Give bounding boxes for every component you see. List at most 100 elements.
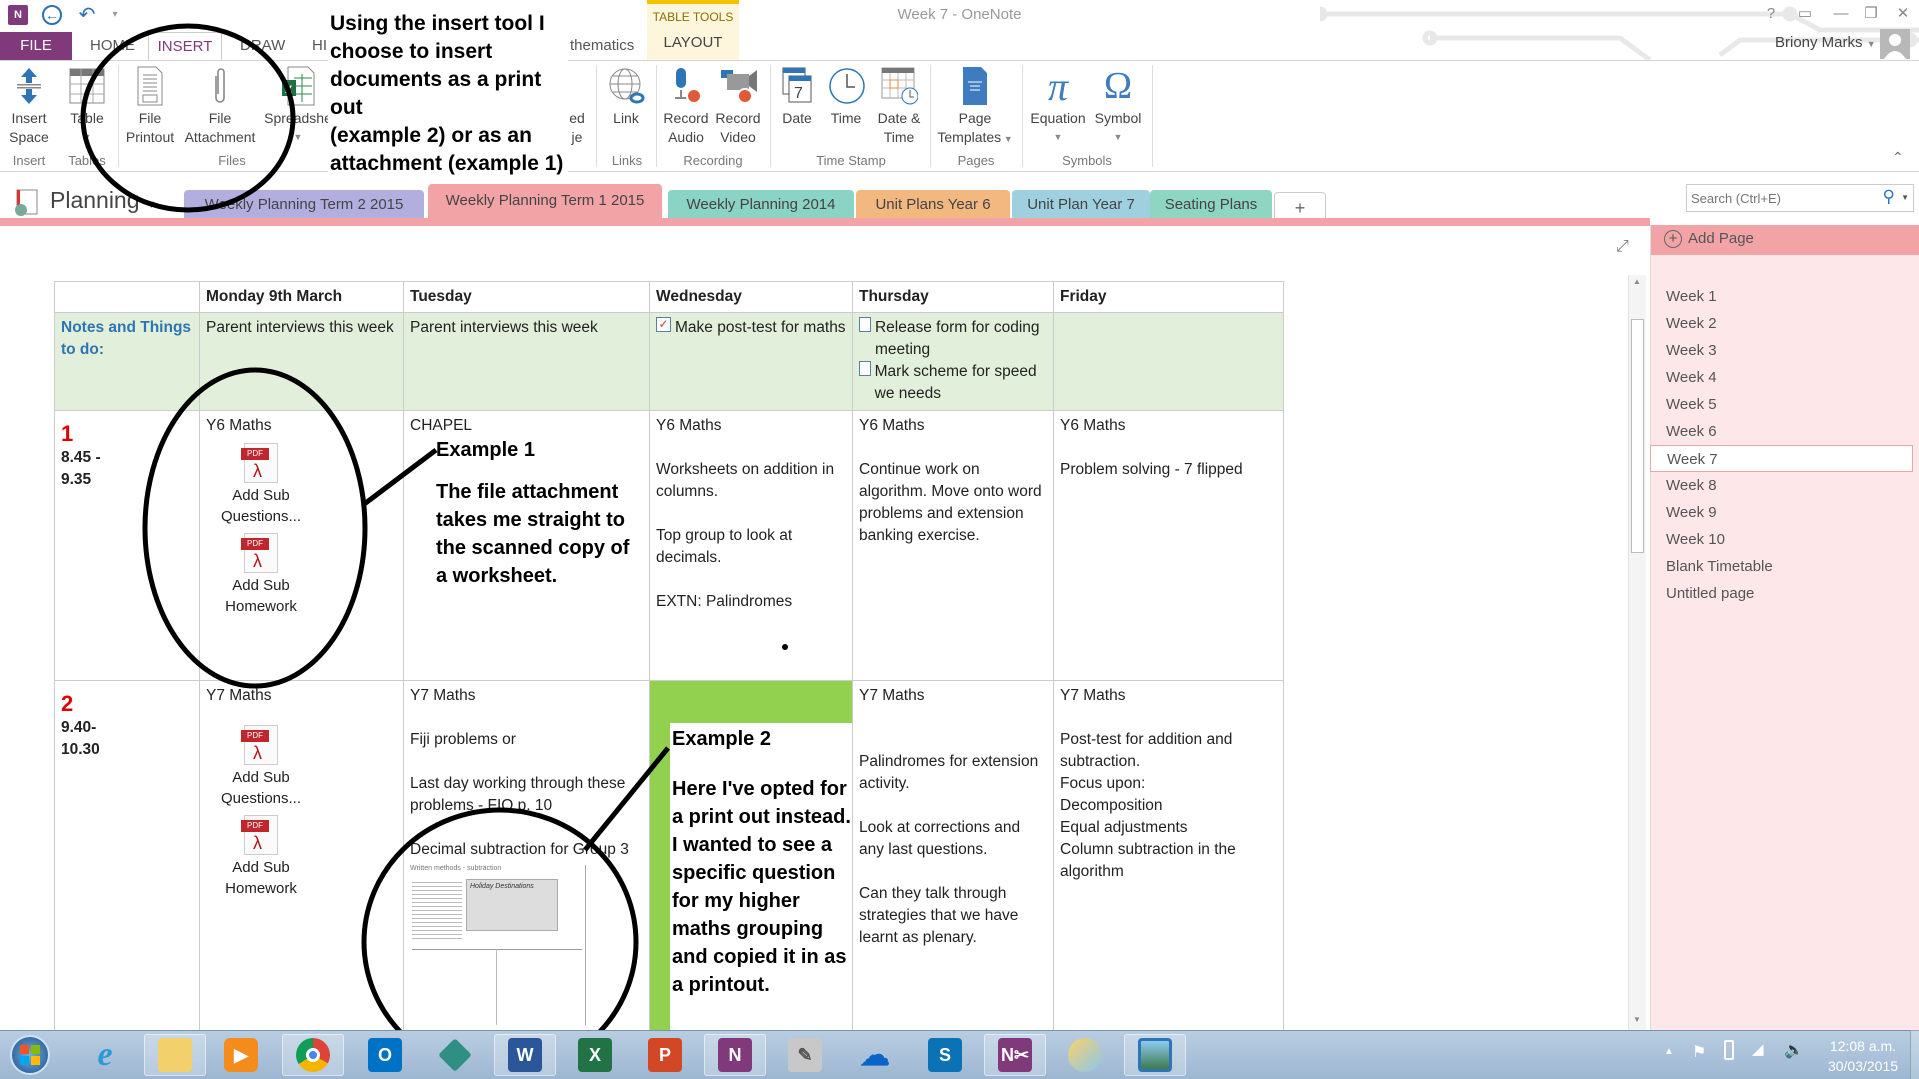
taskbar-sketchup[interactable] [424, 1034, 486, 1076]
page-item[interactable]: Week 5 [1666, 391, 1911, 418]
section-tab-unit-plan-year7[interactable]: Unit Plan Year 7 [1012, 190, 1150, 218]
restore-button[interactable]: ❐ [1856, 2, 1886, 26]
page-item[interactable]: Week 4 [1666, 364, 1911, 391]
taskbar-sharepoint[interactable]: S [914, 1034, 976, 1076]
battery-icon[interactable] [1724, 1040, 1734, 1060]
date-button[interactable]: 7 Date [774, 65, 820, 128]
avatar[interactable] [1880, 29, 1910, 59]
tab-insert[interactable]: INSERT [148, 32, 222, 60]
show-hidden-icons[interactable]: ▲ [1664, 1046, 1674, 1057]
period-2-monday[interactable]: Y7 Maths PDF λ Add Sub Questions... PDF λ Add… [199, 680, 404, 1041]
record-audio-button[interactable]: Record Audio [660, 65, 712, 147]
page-item[interactable]: Week 10 [1666, 526, 1911, 553]
scroll-up-icon[interactable]: ▲ [1633, 277, 1641, 286]
time-button[interactable]: Time [822, 65, 870, 128]
section-tab-unit-plans-year6[interactable]: Unit Plans Year 6 [856, 190, 1010, 218]
checkbox-unchecked[interactable] [859, 317, 871, 332]
notes-friday[interactable] [1053, 312, 1284, 411]
online-picture-button[interactable]: ed je [566, 65, 588, 147]
scroll-down-icon[interactable]: ▼ [1633, 1015, 1641, 1024]
period-1-thursday[interactable]: Y6 Maths Continue work on algorithm. Move… [852, 410, 1054, 681]
search-input[interactable] [1687, 185, 1867, 211]
symbol-button[interactable]: Ω Symbol ▼ [1090, 65, 1146, 147]
file-printout-image[interactable]: Written methods - subtraction Holiday De… [410, 865, 586, 1025]
help-button[interactable]: ? [1756, 2, 1786, 26]
section-tab-planning-2014[interactable]: Weekly Planning 2014 [668, 190, 854, 218]
notes-monday[interactable]: Parent interviews this week [199, 312, 404, 411]
action-center-flag-icon[interactable]: ⚑ [1692, 1042, 1706, 1062]
page-item[interactable]: Untitled page [1666, 580, 1911, 607]
system-clock[interactable]: 12:08 a.m. 30/03/2015 [1818, 1036, 1908, 1076]
period-2-tuesday[interactable]: Y7 Maths Fiji problems or Last day working… [403, 680, 650, 1041]
taskbar-word[interactable]: W [494, 1034, 556, 1076]
taskbar-tools[interactable]: ✎ [774, 1034, 836, 1076]
taskbar-paint[interactable] [1054, 1034, 1116, 1076]
spreadsheet-button[interactable]: X Spreadshe ▼ [264, 65, 332, 147]
taskbar-media-player[interactable]: ▶ [210, 1034, 272, 1076]
taskbar-internet-explorer[interactable]: e [74, 1034, 136, 1076]
table-button[interactable]: Table ▼ [62, 65, 112, 147]
page-item[interactable]: Blank Timetable [1666, 553, 1911, 580]
period-1-friday[interactable]: Y6 Maths Problem solving - 7 flipped [1053, 410, 1284, 681]
period-1-wednesday[interactable]: Y6 Maths Worksheets on addition in column… [649, 410, 853, 681]
add-section-button[interactable]: + [1274, 192, 1326, 218]
tab-draw[interactable]: DRAW [226, 32, 299, 60]
attachment-add-sub-questions[interactable]: PDF λ Add Sub Questions... [206, 443, 316, 527]
attachment-add-sub-questions[interactable]: PDF λ Add Sub Questions... [206, 725, 316, 809]
period-2-wednesday-example[interactable]: Example 2 Here I've opted for a print ou… [649, 680, 853, 1041]
equation-button[interactable]: π Equation ▼ [1026, 65, 1090, 147]
file-attachment-button[interactable]: File Attachment [180, 65, 260, 147]
taskbar-photo-viewer[interactable] [1124, 1034, 1186, 1076]
taskbar-onedrive[interactable]: ☁ [844, 1034, 906, 1076]
minimize-button[interactable]: — [1826, 2, 1856, 26]
scrollbar-thumb[interactable] [1631, 319, 1644, 553]
back-icon[interactable]: ← [42, 5, 62, 25]
vertical-scrollbar[interactable]: ▲ ▼ [1628, 275, 1646, 1030]
checkbox-unchecked[interactable] [859, 361, 871, 376]
taskbar-chrome[interactable] [282, 1034, 344, 1076]
undo-icon[interactable]: ↶ [76, 4, 98, 26]
tab-mathematics[interactable]: thematics [556, 32, 648, 60]
taskbar-onenote-clipping[interactable]: N✂ [984, 1034, 1046, 1076]
page-item[interactable]: Week 3 [1666, 337, 1911, 364]
period-2-friday[interactable]: Y7 Maths Post-test for addition and subtr… [1053, 680, 1284, 1041]
taskbar-outlook[interactable]: O [354, 1034, 416, 1076]
page-item[interactable]: Week 8 [1666, 472, 1911, 499]
search-icon[interactable]: ⚲ [1883, 187, 1895, 207]
search-scope-dropdown-icon[interactable]: ▼ [1901, 193, 1909, 202]
start-button[interactable] [0, 1034, 60, 1076]
taskbar-onenote[interactable]: N [704, 1034, 766, 1076]
date-time-button[interactable]: Date & Time [872, 65, 926, 147]
notes-tuesday[interactable]: Parent interviews this week [403, 312, 650, 411]
notes-thursday[interactable]: Release form for coding meeting Mark sch… [852, 312, 1054, 411]
record-video-button[interactable]: Record Video [712, 65, 764, 147]
taskbar-file-explorer[interactable] [144, 1034, 206, 1076]
taskbar-powerpoint[interactable]: P [634, 1034, 696, 1076]
section-tab-term2-2015[interactable]: Weekly Planning Term 2 2015 [184, 190, 424, 218]
period-2-thursday[interactable]: Y7 Maths Palindromes for extension activi… [852, 680, 1054, 1041]
link-button[interactable]: Link [602, 65, 650, 128]
volume-icon[interactable]: 🔈 [1784, 1040, 1804, 1060]
collapse-ribbon-icon[interactable]: ⌃ [1892, 149, 1904, 166]
network-icon[interactable]: ◢ [1752, 1040, 1764, 1058]
customize-quick-access-icon[interactable]: ▾ [104, 4, 126, 26]
full-screen-button[interactable]: ▭ [1790, 2, 1820, 26]
expand-page-icon[interactable]: ⤢ [1616, 238, 1629, 256]
page-item[interactable]: Week 2 [1666, 310, 1911, 337]
search-box[interactable]: ⚲ ▼ [1686, 184, 1914, 212]
page-item[interactable]: Week 1 [1666, 283, 1911, 310]
page-item-selected[interactable]: Week 7 [1650, 445, 1913, 472]
attachment-add-sub-homework[interactable]: PDF λ Add Sub Homework [206, 815, 316, 899]
notebook-selector[interactable]: Planning ▼ [50, 187, 157, 214]
page-item[interactable]: Week 9 [1666, 499, 1911, 526]
page-item[interactable]: Week 6 [1666, 418, 1911, 445]
period-1-monday[interactable]: Y6 Maths PDF λ Add Sub Questions... PDF λ Add… [199, 410, 404, 681]
taskbar-excel[interactable]: X [564, 1034, 626, 1076]
notes-wednesday[interactable]: ✓ Make post-test for maths [649, 312, 853, 411]
section-tab-term1-2015[interactable]: Weekly Planning Term 1 2015 [428, 184, 662, 218]
checkbox-checked[interactable]: ✓ [656, 317, 671, 332]
file-printout-button[interactable]: File Printout [122, 65, 178, 147]
close-button[interactable]: ✕ [1888, 2, 1918, 26]
attachment-add-sub-homework[interactable]: PDF λ Add Sub Homework [206, 533, 316, 617]
user-account[interactable]: Briony Marks ▼ [1775, 34, 1876, 51]
